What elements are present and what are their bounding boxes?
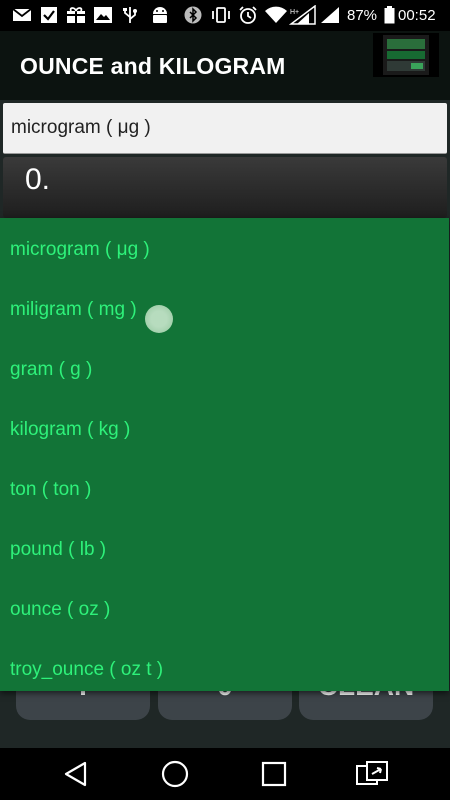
clock: 00:52	[398, 7, 436, 24]
home-icon[interactable]	[158, 758, 192, 790]
value-display: 0.	[3, 157, 447, 218]
vibrate-icon	[210, 6, 232, 24]
app-bar: OUNCE and KILOGRAM	[0, 31, 450, 100]
back-icon[interactable]	[59, 758, 93, 790]
list-item[interactable]: pound ( lb )	[10, 539, 106, 569]
check-icon	[39, 6, 59, 24]
unit-dropdown-list: microgram ( μg ) miligram ( mg ) gram ( …	[0, 218, 449, 691]
wifi-icon	[264, 6, 288, 24]
list-item[interactable]: troy_ounce ( oz t )	[10, 659, 163, 689]
status-bar: H+ 87% 00:52	[0, 0, 450, 31]
app-thumbnail-image[interactable]	[373, 33, 439, 77]
list-item[interactable]: ton ( ton )	[10, 479, 91, 509]
selected-unit-label: microgram ( μg )	[11, 117, 151, 138]
list-item[interactable]: ounce ( oz )	[10, 599, 110, 629]
page-title: OUNCE and KILOGRAM	[20, 53, 286, 79]
list-item[interactable]: kilogram ( kg )	[10, 419, 130, 449]
image-icon	[93, 6, 113, 24]
svg-text:H+: H+	[290, 9, 299, 16]
battery-icon	[382, 6, 396, 24]
mail-icon	[12, 6, 32, 24]
screen-share-icon[interactable]	[355, 758, 389, 790]
navigation-bar	[0, 748, 450, 800]
list-item[interactable]: miligram ( mg )	[10, 299, 137, 329]
bluetooth-icon	[183, 6, 203, 24]
list-item[interactable]: gram ( g )	[10, 359, 92, 389]
display-value: 0.	[25, 163, 51, 196]
alarm-icon	[238, 6, 258, 24]
usb-icon	[121, 6, 139, 24]
battery-percent: 87%	[347, 7, 378, 24]
gift-icon	[66, 6, 86, 24]
unit-selector-dropdown[interactable]: microgram ( μg )	[3, 103, 447, 154]
list-item[interactable]: microgram ( μg )	[10, 239, 150, 269]
signal-icon	[319, 6, 341, 24]
signal-icon: H+	[289, 5, 317, 25]
android-icon	[149, 6, 171, 24]
touch-indicator	[145, 305, 173, 333]
recents-icon[interactable]	[257, 758, 291, 790]
